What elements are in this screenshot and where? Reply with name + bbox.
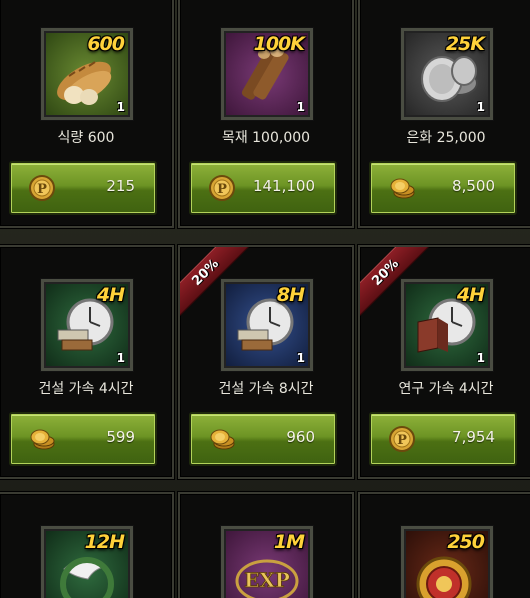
svg-text:P: P	[217, 182, 227, 197]
shop-item-card[interactable]: 100K 1 목재 100,000 P 141,100	[178, 0, 354, 228]
item-icon-frame: 100K 1	[220, 27, 314, 121]
buy-button[interactable]: P 141,100	[189, 161, 337, 215]
item-price: 8,500	[452, 177, 495, 195]
item-amount-label: 250	[447, 531, 485, 553]
p-coin-icon: P	[29, 175, 55, 201]
item-count: 1	[296, 100, 305, 114]
item-amount-label: 25K	[445, 33, 485, 55]
item-icon-frame: 25K 1	[400, 27, 494, 121]
item-title: 연구 가속 4시간	[398, 381, 494, 397]
shop-item-card[interactable]: 25K 1 은화 25,000 8,500	[358, 0, 530, 228]
buy-button[interactable]: 8,500	[369, 161, 517, 215]
buy-button[interactable]: 599	[9, 412, 157, 466]
svg-text:P: P	[397, 433, 407, 448]
item-icon-frame: 8H 1	[220, 278, 314, 372]
item-amount-label: 8H	[276, 284, 305, 306]
shop-grid: 600 1 식량 600 P 215 100K 1 목재 100,000 P 1…	[0, 0, 530, 598]
p-coin-icon: P	[389, 426, 415, 452]
shop-item-card[interactable]: 12H	[0, 492, 174, 598]
item-amount-label: 4H	[456, 284, 485, 306]
item-price: 215	[106, 177, 135, 195]
svg-text:EXP: EXP	[244, 568, 290, 592]
item-icon-frame: 250	[400, 525, 494, 598]
shop-item-card[interactable]: 600 1 식량 600 P 215	[0, 0, 174, 228]
item-icon-frame: 600 1	[40, 27, 134, 121]
item-count: 1	[476, 351, 485, 365]
shop-item-card[interactable]: 20% 4H 1 연구 가속 4시간 P 7,954	[358, 245, 530, 479]
item-count: 1	[476, 100, 485, 114]
item-title: 건설 가속 4시간	[38, 381, 134, 397]
p-coin-icon: P	[209, 175, 235, 201]
item-count: 1	[116, 351, 125, 365]
shop-item-card[interactable]: EXP 1M	[178, 492, 354, 598]
item-price: 960	[286, 428, 315, 446]
buy-button[interactable]: P 7,954	[369, 412, 517, 466]
item-amount-label: 12H	[84, 531, 125, 553]
item-icon-frame: 4H 1	[40, 278, 134, 372]
item-price: 141,100	[252, 177, 315, 195]
buy-button[interactable]: 960	[189, 412, 337, 466]
item-amount-label: 1M	[273, 531, 305, 553]
buy-button[interactable]: P 215	[9, 161, 157, 215]
gold-coins-icon	[390, 178, 415, 199]
item-title: 은화 25,000	[406, 130, 486, 146]
item-count: 1	[116, 100, 125, 114]
item-title: 목재 100,000	[221, 130, 311, 146]
item-icon-frame: 12H	[40, 525, 134, 598]
gold-coins-icon	[210, 429, 235, 450]
item-amount-label: 100K	[253, 33, 305, 55]
item-amount-label: 600	[87, 33, 125, 55]
item-title: 식량 600	[57, 130, 115, 146]
shop-item-card[interactable]: 4H 1 건설 가속 4시간 599	[0, 245, 174, 479]
item-title: 건설 가속 8시간	[218, 381, 314, 397]
svg-text:P: P	[37, 182, 47, 197]
shop-item-card[interactable]: 20% 8H 1 건설 가속 8시간 960	[178, 245, 354, 479]
item-price: 599	[106, 428, 135, 446]
shop-item-card[interactable]: 250	[358, 492, 530, 598]
gold-coins-icon	[30, 429, 55, 450]
item-icon-frame: 4H 1	[400, 278, 494, 372]
item-count: 1	[296, 351, 305, 365]
item-price: 7,954	[452, 428, 495, 446]
item-amount-label: 4H	[96, 284, 125, 306]
item-icon-frame: EXP 1M	[220, 525, 314, 598]
